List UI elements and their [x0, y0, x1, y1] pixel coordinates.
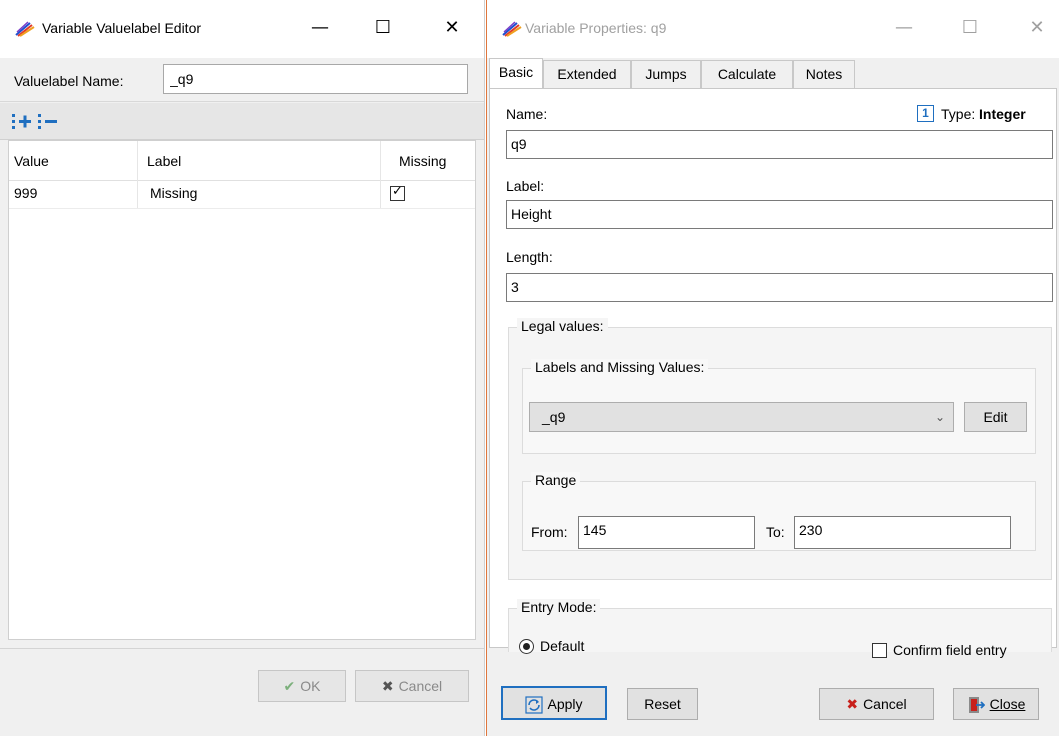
add-row-icon[interactable] [10, 111, 34, 133]
variable-properties-window: Variable Properties: q9 — ☐ ✕ Basic Exte… [486, 0, 1059, 736]
cancel-button-label: Cancel [863, 696, 907, 712]
x-icon: ✖ [381, 679, 394, 696]
grid-column-divider [380, 141, 381, 209]
valuelabel-editor-window: Variable Valuelabel Editor — ☐ ✕ Valuela… [0, 0, 485, 736]
refresh-icon [525, 696, 544, 714]
row-value-cell[interactable]: 999 [14, 185, 37, 201]
window-title: Variable Properties: q9 [525, 20, 667, 36]
valuelabel-name-input[interactable] [163, 64, 468, 94]
column-header-value[interactable]: Value [14, 153, 49, 169]
apply-button-label: Apply [547, 696, 583, 712]
labels-missing-group: Labels and Missing Values: _q9 ⌄ Edit [522, 359, 1036, 454]
length-input[interactable]: 3 [506, 273, 1053, 302]
maximize-button[interactable]: ☐ [368, 14, 398, 44]
app-icon [502, 21, 522, 37]
length-label: Length: [506, 249, 553, 265]
cancel-button[interactable]: ✖ Cancel [819, 688, 934, 720]
range-legend: Range [531, 472, 581, 488]
check-icon: ✓ [392, 184, 403, 199]
label-input[interactable]: Height [506, 200, 1053, 229]
type-badge: 1 [917, 105, 934, 122]
range-group: Range From: 145 To: 230 [522, 472, 1036, 551]
from-label: From: [531, 524, 568, 540]
tab-notes[interactable]: Notes [793, 60, 855, 88]
minimize-button[interactable]: — [889, 14, 919, 44]
cancel-button-label: Cancel [398, 678, 443, 694]
confirm-field-entry-checkbox[interactable] [872, 643, 887, 658]
from-input[interactable]: 145 [578, 516, 755, 549]
apply-button[interactable]: Apply [501, 686, 607, 720]
close-button[interactable]: ✕ [437, 14, 467, 44]
ok-button-label: OK [300, 678, 321, 694]
type-label: Type: [941, 106, 976, 122]
confirm-field-entry-label: Confirm field entry [893, 642, 1007, 658]
default-radio[interactable] [519, 639, 534, 654]
properties-footer: Apply Reset ✖ Cancel Close [487, 678, 1059, 736]
to-label: To: [766, 524, 785, 540]
tab-extended[interactable]: Extended [543, 60, 631, 88]
column-header-missing[interactable]: Missing [399, 153, 446, 169]
app-icon [15, 21, 35, 37]
x-icon: ✖ [846, 697, 859, 714]
radio-selected-dot [523, 643, 530, 650]
default-radio-label: Default [540, 638, 585, 654]
close-button-label: Close [989, 696, 1026, 712]
tab-calculate[interactable]: Calculate [701, 60, 793, 88]
row-missing-checkbox[interactable]: ✓ [390, 184, 405, 201]
labels-missing-legend: Labels and Missing Values: [531, 359, 709, 375]
name-input[interactable]: q9 [506, 130, 1053, 159]
remove-row-icon[interactable] [36, 111, 60, 133]
legal-values-group: Legal values: Labels and Missing Values:… [508, 318, 1052, 580]
properties-tabs: Basic Extended Jumps Calculate Notes [487, 58, 1059, 89]
ok-button[interactable]: ✔ OK [258, 670, 346, 702]
legal-values-legend: Legal values: [517, 318, 608, 334]
entry-mode-group: Entry Mode: Default Confirm field entry [508, 599, 1052, 658]
edit-button[interactable]: Edit [964, 402, 1027, 432]
tab-basic[interactable]: Basic [489, 58, 543, 89]
label-label: Label: [506, 178, 545, 194]
valuelabel-select[interactable]: _q9 ⌄ [529, 402, 954, 432]
tab-jumps[interactable]: Jumps [631, 60, 701, 88]
properties-titlebar[interactable]: Variable Properties: q9 — ☐ ✕ [487, 0, 1059, 58]
editor-toolbar [0, 103, 484, 140]
reset-button[interactable]: Reset [627, 688, 698, 720]
name-label: Name: [506, 106, 548, 122]
valuelabel-select-value: _q9 [542, 409, 566, 425]
row-label-cell[interactable]: Missing [150, 185, 197, 201]
column-header-label[interactable]: Label [147, 153, 181, 169]
close-button[interactable]: Close [953, 688, 1039, 720]
valuelabel-name-label: Valuelabel Name: [14, 73, 124, 89]
editor-footer: ✔ OK ✖ Cancel [0, 648, 484, 736]
window-title: Variable Valuelabel Editor [42, 20, 202, 36]
grid-column-divider [137, 141, 138, 209]
exit-door-icon [968, 697, 985, 714]
checkmark-icon: ✔ [283, 679, 296, 696]
close-button[interactable]: ✕ [1022, 14, 1052, 44]
valuelabel-grid: Value Label Missing 999 Missing ✓ [8, 140, 476, 640]
cancel-button[interactable]: ✖ Cancel [355, 670, 469, 702]
minimize-button[interactable]: — [305, 14, 335, 44]
grid-row-divider [9, 208, 475, 209]
valuelabel-name-row: Valuelabel Name: [0, 58, 484, 102]
basic-tab-panel: Name: 1 Type: Integer q9 Label: Height L… [489, 88, 1057, 658]
maximize-button[interactable]: ☐ [955, 14, 985, 44]
valuelabel-editor-titlebar[interactable]: Variable Valuelabel Editor — ☐ ✕ [0, 0, 484, 58]
entry-mode-legend: Entry Mode: [517, 599, 601, 615]
type-value: Integer [979, 106, 1026, 122]
chevron-down-icon: ⌄ [934, 410, 945, 424]
to-input[interactable]: 230 [794, 516, 1011, 549]
